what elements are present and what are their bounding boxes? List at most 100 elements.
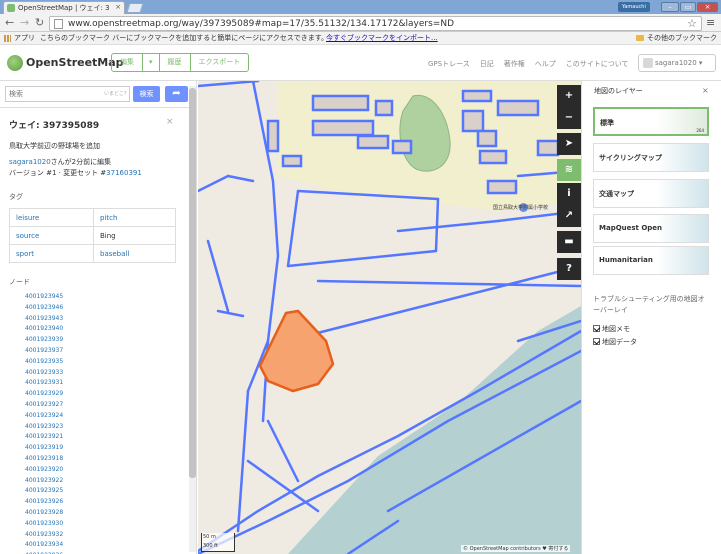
layer-label: 標準	[600, 119, 614, 127]
layer-cycle-map[interactable]: サイクリングマップ	[593, 143, 709, 172]
node-link[interactable]: 4001923926	[25, 497, 63, 508]
node-link[interactable]: 4001923937	[25, 346, 63, 357]
way-title: ウェイ: 397395089	[9, 121, 100, 131]
node-link[interactable]: 4001923923	[25, 422, 63, 433]
node-link[interactable]: 4001923927	[25, 400, 63, 411]
address-bar[interactable]: www.openstreetmap.org/way/397395089#map=…	[49, 16, 702, 31]
changeset-comment: 鳥取大学前辺の野球場を追加	[9, 142, 100, 150]
share-icon[interactable]: ↗	[557, 205, 581, 227]
node-link[interactable]: 4001923929	[25, 389, 63, 400]
layer-standard[interactable]: 標準 264	[593, 107, 709, 136]
tab-title: OpenStreetMap | ウェイ: 3	[18, 4, 110, 12]
layer-label: 交通マップ	[599, 190, 634, 198]
map-attribution[interactable]: © OpenStreetMap contributors ♥ 寄付する	[461, 545, 571, 552]
layer-humanitarian[interactable]: Humanitarian	[593, 246, 709, 275]
tag-value[interactable]: baseball	[93, 244, 176, 263]
close-icon[interactable]: ×	[702, 86, 709, 95]
history-button[interactable]: 履歴	[160, 54, 191, 71]
node-link[interactable]: 4001923933	[25, 368, 63, 379]
query-features-icon[interactable]: ?	[557, 258, 581, 280]
node-link[interactable]: 4001923919	[25, 443, 63, 454]
node-link[interactable]: 4001923934	[25, 540, 63, 551]
tag-key[interactable]: source	[9, 226, 94, 245]
new-tab-button[interactable]	[126, 3, 144, 13]
checkbox-checked[interactable]	[593, 325, 600, 332]
node-link[interactable]: 4001923946	[25, 303, 63, 314]
node-link[interactable]: 4001923924	[25, 411, 63, 422]
table-row: leisure pitch	[9, 208, 176, 227]
edit-button[interactable]: 編集	[112, 54, 143, 71]
maximize-icon[interactable]: ▭	[680, 2, 696, 12]
node-link[interactable]: 4001923922	[25, 476, 63, 487]
directions-icon[interactable]: ➦	[165, 86, 188, 102]
node-link[interactable]: 4001923920	[25, 465, 63, 476]
forward-icon[interactable]: →	[20, 17, 29, 29]
browser-tab[interactable]: OpenStreetMap | ウェイ: 3 ×	[3, 1, 125, 14]
map-view[interactable]: 国立鳥取大学附属小学校 50 m 300 ft © OpenStreetMap …	[198, 81, 581, 554]
node-link[interactable]: 4001923925	[25, 486, 63, 497]
node-link[interactable]: 4001923932	[25, 530, 63, 541]
help-link[interactable]: ヘルプ	[535, 59, 556, 69]
node-link[interactable]: 4001923939	[25, 335, 63, 346]
layers-panel: 地図のレイヤー × 標準 264 サイクリングマップ 交通マップ MapQues…	[581, 81, 721, 554]
layer-label: Humanitarian	[599, 256, 653, 264]
node-link[interactable]: 4001923945	[25, 292, 63, 303]
close-icon[interactable]: ×	[166, 117, 174, 127]
url-text: www.openstreetmap.org/way/397395089#map=…	[68, 19, 455, 29]
node-link[interactable]: 4001923931	[25, 378, 63, 389]
node-list: 4001923945 4001923946 4001923943 4001923940…	[25, 292, 63, 554]
search-button[interactable]: 検索	[133, 86, 160, 102]
sidebar: いまどこ? 検索 ➦ ウェイ: 397395089 × 鳥取大学前辺の野球場を追…	[0, 81, 197, 554]
node-link[interactable]: 4001923921	[25, 432, 63, 443]
chrome-menu-icon[interactable]: ≡	[706, 16, 715, 29]
back-icon[interactable]: ←	[5, 17, 14, 29]
editor-link[interactable]: sagara1020	[9, 158, 51, 166]
node-link[interactable]: 4001923928	[25, 508, 63, 519]
node-link[interactable]: 4001923943	[25, 314, 63, 325]
node-link[interactable]: 4001923918	[25, 454, 63, 465]
tag-key[interactable]: sport	[9, 244, 94, 263]
zoom-in-button[interactable]: +	[557, 85, 581, 107]
map-key-icon[interactable]: i	[557, 183, 581, 205]
edit-dropdown-button[interactable]: ▾	[143, 54, 160, 71]
changeset-link[interactable]: 37160391	[106, 169, 142, 177]
map-canvas	[198, 81, 581, 554]
table-row: source Bing	[9, 226, 176, 245]
zoom-out-button[interactable]: −	[557, 107, 581, 129]
bookmark-star-icon[interactable]: ☆	[687, 17, 697, 30]
node-link[interactable]: 4001923940	[25, 324, 63, 335]
overlay-data[interactable]: 地図データ	[593, 337, 637, 347]
copyright-link[interactable]: 著作権	[504, 59, 525, 69]
diary-link[interactable]: 日記	[480, 59, 494, 69]
export-button[interactable]: エクスポート	[191, 54, 249, 71]
reload-icon[interactable]: ↻	[35, 17, 44, 29]
add-note-icon[interactable]: ▬	[557, 231, 581, 253]
apps-link[interactable]: アプリ	[14, 32, 35, 44]
tag-key[interactable]: leisure	[9, 208, 94, 227]
layers-icon[interactable]: ≋	[557, 159, 581, 181]
tag-value[interactable]: pitch	[93, 208, 176, 227]
layer-mapquest[interactable]: MapQuest Open	[593, 214, 709, 243]
tab-close-icon[interactable]: ×	[115, 3, 121, 11]
overlay-notes[interactable]: 地図メモ	[593, 324, 630, 334]
scrollbar-thumb[interactable]	[189, 88, 196, 478]
zoom-label: 264	[696, 128, 704, 133]
node-link[interactable]: 4001923935	[25, 357, 63, 368]
minimize-icon[interactable]: –	[661, 2, 679, 12]
locate-icon[interactable]: ➤	[557, 133, 581, 155]
window-close-icon[interactable]: ×	[697, 2, 718, 12]
tags-heading: タグ	[9, 193, 23, 201]
node-link[interactable]: 4001923930	[25, 519, 63, 530]
other-bookmarks[interactable]: その他のブックマーク	[647, 32, 717, 44]
about-link[interactable]: このサイトについて	[566, 59, 629, 69]
user-menu-button[interactable]: sagara1020 ▾	[638, 54, 716, 72]
checkbox-checked[interactable]	[593, 338, 600, 345]
version-text: バージョン #1 · 変更セット #	[9, 169, 107, 177]
import-bookmarks-link[interactable]: 今すぐブックマークをインポート...	[326, 32, 438, 44]
profile-badge[interactable]: Yamauchi	[618, 2, 650, 12]
site-logo-text[interactable]: OpenStreetMap	[26, 56, 124, 69]
osm-logo-icon[interactable]	[7, 55, 23, 71]
where-am-i-link[interactable]: いまどこ?	[104, 90, 127, 97]
gps-traces-link[interactable]: GPSトレース	[428, 59, 470, 69]
layer-transport-map[interactable]: 交通マップ	[593, 179, 709, 208]
